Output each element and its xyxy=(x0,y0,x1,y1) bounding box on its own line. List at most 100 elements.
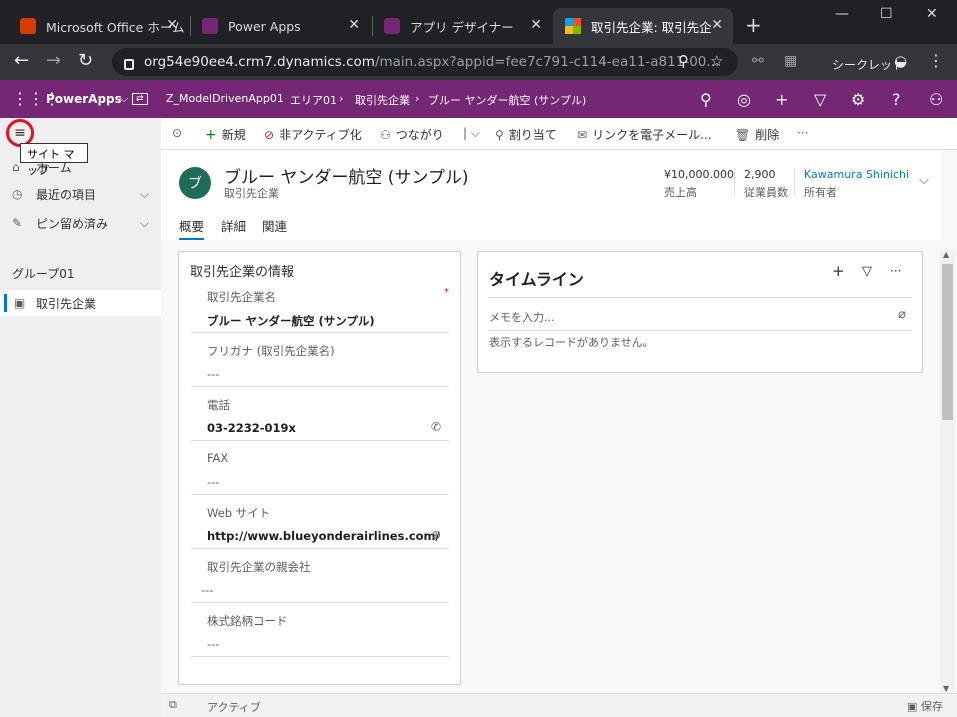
trash-icon: 🗑 xyxy=(735,128,751,142)
back-icon[interactable]: ← xyxy=(14,50,29,71)
timeline-title: タイムライン xyxy=(489,270,584,289)
sitemap-item-pinned[interactable]: ✎ ピン留め済み ⌵ xyxy=(0,210,161,236)
powerapps-icon xyxy=(202,18,218,34)
phone-icon[interactable]: ✆ xyxy=(431,420,441,434)
extension-icon[interactable]: ⚯ xyxy=(752,53,764,69)
browser-tab-powerapps[interactable]: Power Apps ✕ xyxy=(190,8,370,44)
open-new-window-icon[interactable]: ⧉ xyxy=(169,698,177,712)
vertical-scrollbar[interactable]: ▲ ▼ xyxy=(940,250,955,693)
close-icon[interactable]: ✕ xyxy=(530,17,542,33)
field-parent-account[interactable]: 取引先企業の親会社 --- xyxy=(191,549,449,603)
close-icon[interactable]: ✕ xyxy=(348,17,360,33)
field-value[interactable]: --- xyxy=(207,475,219,489)
field-furigana[interactable]: フリガナ (取引先企業名) --- xyxy=(191,333,449,387)
add-icon[interactable]: + xyxy=(775,90,788,109)
field-value[interactable]: ブルー ヤンダー航空 (サンプル) xyxy=(207,313,375,329)
sitemap-item-label: ピン留め済み xyxy=(36,216,109,231)
record-type: 取引先企業 xyxy=(224,187,279,200)
app-switch-icon[interactable]: ⇄ xyxy=(132,93,148,105)
sitemap-item-accounts[interactable]: ▣ 取引先企業 xyxy=(0,290,161,316)
new-button[interactable]: + 新規 xyxy=(205,126,246,143)
breadcrumb-area[interactable]: エリア01 xyxy=(290,92,337,108)
forward-icon[interactable]: → xyxy=(46,50,61,71)
scroll-down-icon[interactable]: ▼ xyxy=(943,684,949,693)
window-close-icon[interactable]: ✕ xyxy=(926,6,938,22)
tab-summary[interactable]: 概要 xyxy=(179,216,205,240)
assign-button[interactable]: ⚲ 割り当て xyxy=(495,126,557,143)
chevron-down-icon[interactable]: ⌵ xyxy=(140,187,149,202)
minimize-icon[interactable]: — xyxy=(835,6,849,22)
add-icon[interactable]: + xyxy=(832,262,845,280)
app-header: ⋮⋮⋮ PowerApps ⌵ ⇄ Z_ModelDrivenApp01 エリア… xyxy=(0,80,957,118)
field-website[interactable]: Web サイト http://www.blueyonderairlines.co… xyxy=(191,495,449,549)
save-button[interactable]: ▣ 保存 xyxy=(907,698,943,714)
connect-dropdown-icon[interactable]: | ⌵ xyxy=(463,126,480,141)
field-value[interactable]: --- xyxy=(201,583,213,597)
deactivate-button[interactable]: ⊘ 非アクティブ化 xyxy=(264,126,362,143)
attachment-icon[interactable]: ⌀ xyxy=(898,307,906,322)
browser-tab-app-designer[interactable]: アプリ デザイナー ✕ xyxy=(372,8,552,44)
browser-tab-account[interactable]: 取引先企業: 取引先企 ✕ xyxy=(553,8,733,44)
sitemap-nav: ⌂ ホーム ◷ 最近の項目 ⌵ ✎ ピン留め済み ⌵ グループ01 ▣ 取引先企… xyxy=(0,118,161,717)
zoom-search-icon[interactable]: ⚲ xyxy=(678,52,689,70)
url-host: org54e90ee4.crm7.dynamics.com xyxy=(144,54,375,70)
scroll-up-icon[interactable]: ▲ xyxy=(943,250,949,259)
revenue-label: 売上高 xyxy=(664,186,697,199)
email-link-button[interactable]: ✉ リンクを電子メール... xyxy=(577,126,712,143)
status-bar: ⧉ アクティブ ▣ 保存 xyxy=(161,693,957,717)
search-icon[interactable]: ⚲ xyxy=(700,90,712,109)
field-ticker-symbol[interactable]: 株式銘柄コード --- xyxy=(191,603,449,657)
help-icon[interactable]: ? xyxy=(892,90,901,109)
new-tab-icon[interactable]: + xyxy=(745,13,762,37)
sitemap-item-recent[interactable]: ◷ 最近の項目 ⌵ xyxy=(0,181,161,207)
no-records-message: 表示するレコードがありません。 xyxy=(489,336,654,349)
field-phone[interactable]: 電話 03-2232-019x ✆ xyxy=(191,387,449,441)
field-value[interactable]: 03-2232-019x xyxy=(207,421,296,435)
delete-label: 削除 xyxy=(755,128,780,142)
filter-icon[interactable]: ▽ xyxy=(814,90,826,109)
powerapps-icon xyxy=(384,18,400,34)
star-icon[interactable]: ☆ xyxy=(710,52,723,70)
collapse-nav-icon[interactable]: ⊙ xyxy=(172,126,182,140)
breadcrumb-entity[interactable]: 取引先企業 xyxy=(355,92,410,108)
account-icon: ▣ xyxy=(14,296,26,310)
chevron-down-icon[interactable]: ⌵ xyxy=(140,216,149,231)
main-content: ブ ブルー ヤンダー航空 (サンプル) 取引先企業 ¥10,000.000 売上… xyxy=(161,150,957,693)
task-icon[interactable]: ◎ xyxy=(737,90,751,109)
more-commands-icon[interactable]: ··· xyxy=(797,126,808,140)
browser-tab-office[interactable]: Microsoft Office ホーム ✕ xyxy=(8,8,188,44)
app-name[interactable]: Z_ModelDrivenApp01 xyxy=(166,92,284,105)
address-bar[interactable]: org54e90ee4.crm7.dynamics.com/main.aspx?… xyxy=(112,48,738,76)
field-value[interactable]: --- xyxy=(207,367,219,381)
field-value[interactable]: http://www.blueyonderairlines.com/ xyxy=(207,529,440,543)
memo-input[interactable]: メモを入力... ⌀ xyxy=(488,297,912,331)
field-account-name[interactable]: 取引先企業名 * ブルー ヤンダー航空 (サンプル) xyxy=(191,279,449,333)
command-bar: ⊙ + 新規 ⊘ 非アクティブ化 ⚇ つながり | ⌵ ⚲ 割り当て ✉ リンクを電子メー… xyxy=(161,118,957,150)
globe-icon[interactable]: ⊕ xyxy=(431,528,441,542)
expand-header-icon[interactable]: ⌵ xyxy=(919,173,929,188)
owner-link[interactable]: Kawamura Shinichi xyxy=(804,168,909,181)
connection-icon: ⚇ xyxy=(380,128,391,142)
deactivate-label: 非アクティブ化 xyxy=(279,128,362,142)
connect-button[interactable]: ⚇ つながり xyxy=(380,126,444,143)
tab-related[interactable]: 関連 xyxy=(262,216,287,235)
more-icon[interactable]: ··· xyxy=(890,264,901,278)
filter-icon[interactable]: ▽ xyxy=(862,264,872,279)
browser-menu-icon[interactable]: ⋮ xyxy=(928,51,944,70)
microsoft-icon xyxy=(565,18,581,34)
field-value[interactable]: --- xyxy=(207,637,219,651)
field-fax[interactable]: FAX --- xyxy=(191,441,449,495)
close-icon[interactable]: ✕ xyxy=(711,17,723,33)
field-label: 取引先企業名 xyxy=(207,290,276,304)
gear-icon[interactable]: ⚙ xyxy=(851,90,865,109)
maximize-icon[interactable]: ☐ xyxy=(880,6,893,22)
delete-button[interactable]: 🗑 削除 xyxy=(735,126,779,143)
user-icon[interactable]: ⚇ xyxy=(929,90,943,109)
chevron-down-icon[interactable]: ⌵ xyxy=(120,92,128,106)
scrollbar-thumb[interactable] xyxy=(942,264,953,420)
browser-tab-label: Power Apps xyxy=(228,18,301,34)
tab-details[interactable]: 詳細 xyxy=(221,216,246,235)
reload-icon[interactable]: ↻ xyxy=(78,50,93,71)
close-icon[interactable]: ✕ xyxy=(166,17,178,33)
extension-icon-2[interactable]: ▦ xyxy=(784,53,797,69)
